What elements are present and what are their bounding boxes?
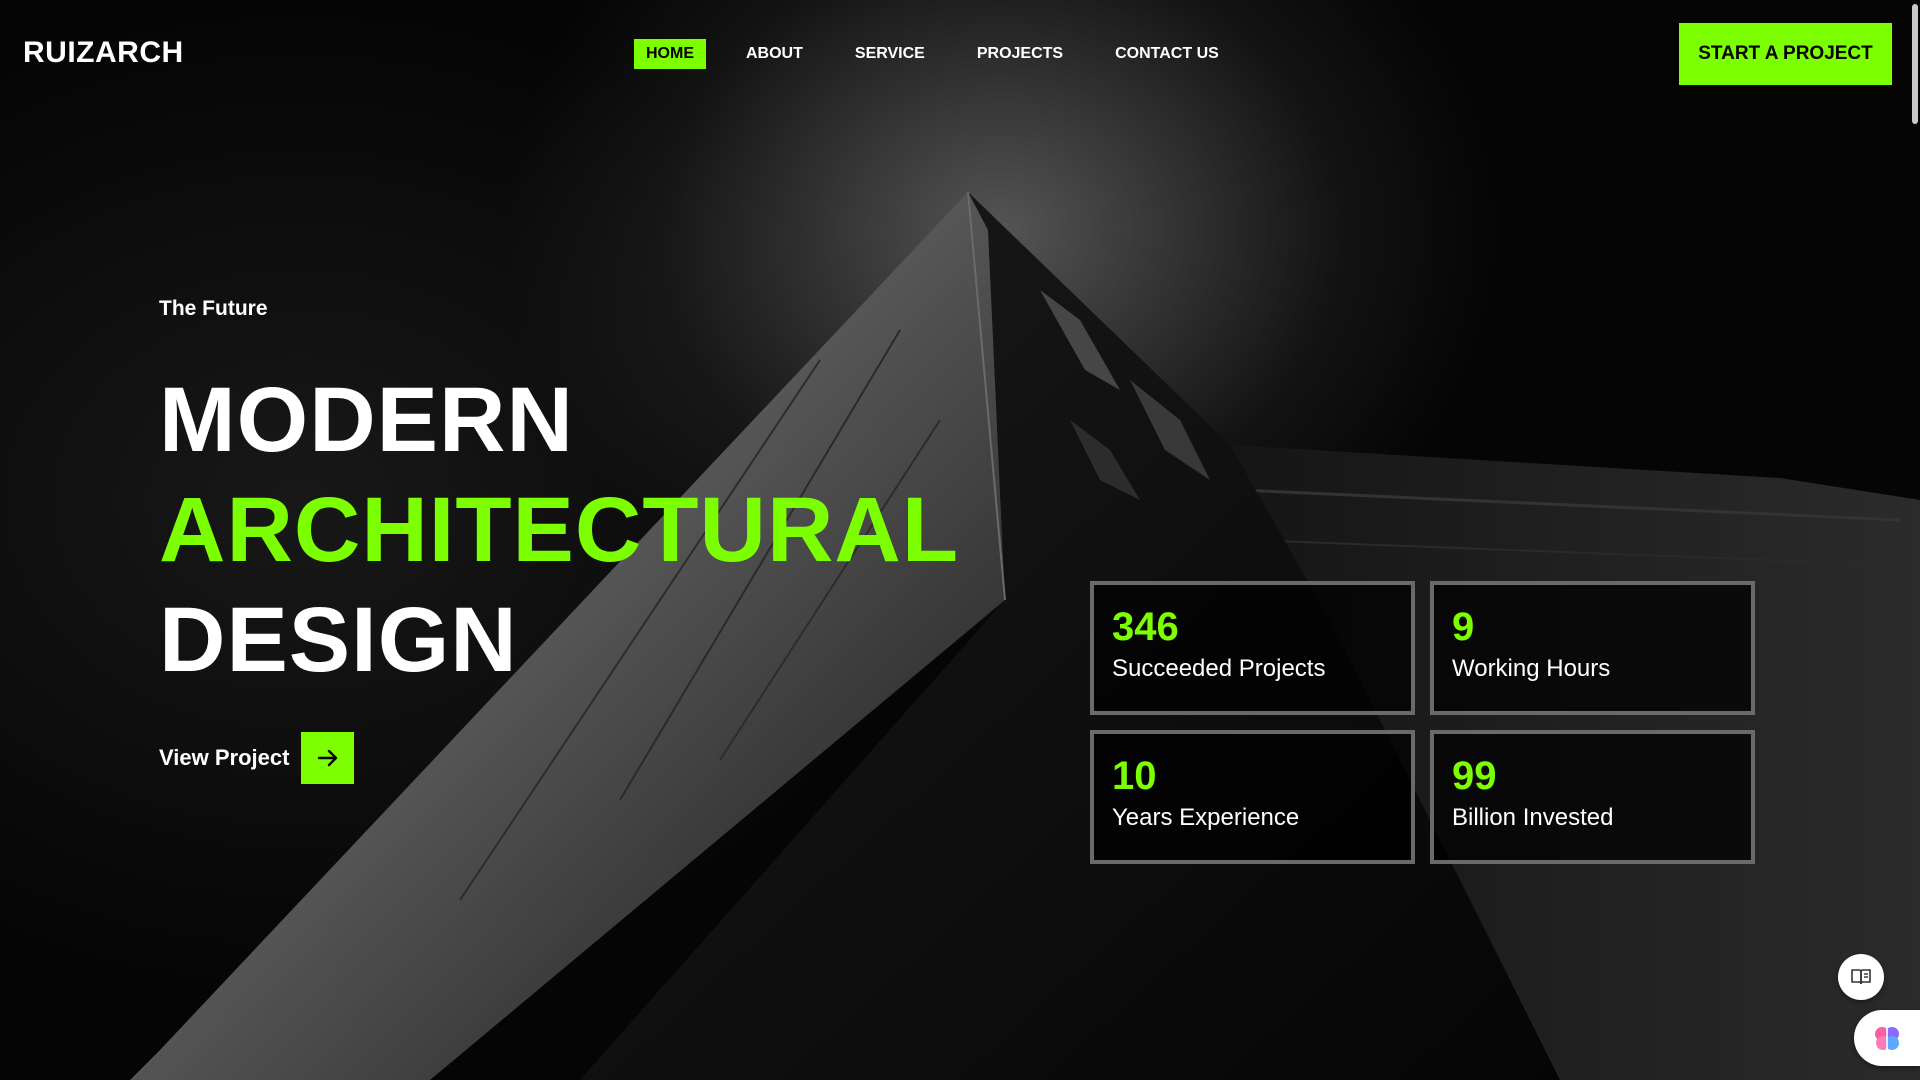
stat-card-hours: 9 Working Hours [1430,581,1755,715]
stat-card-projects: 346 Succeeded Projects [1090,581,1415,715]
start-project-button[interactable]: START A PROJECT [1679,23,1892,85]
nav-item-projects[interactable]: PROJECTS [965,39,1075,69]
brain-icon [1875,1027,1899,1050]
reader-mode-button[interactable] [1838,954,1884,1000]
stat-card-experience: 10 Years Experience [1090,730,1415,864]
nav-item-about[interactable]: ABOUT [734,39,815,69]
view-project-link[interactable]: View Project [159,732,355,784]
view-project-label: View Project [159,745,290,770]
main-nav: HOME ABOUT SERVICE PROJECTS CONTACT US [634,39,1259,69]
headline-line-1: MODERN [159,369,574,471]
view-project-button[interactable] [301,732,355,784]
hero-headline: MODERN ARCHITECTURAL DESIGN [159,365,959,695]
stat-value: 9 [1452,605,1475,649]
arrow-right-icon [317,749,338,767]
nav-item-home[interactable]: HOME [634,39,706,69]
stat-label: Years Experience [1112,804,1300,831]
scrollbar-thumb[interactable] [1912,4,1918,124]
page: RUIZARCH HOME ABOUT SERVICE PROJECTS CON… [0,0,1920,1080]
stat-card-invested: 99 Billion Invested [1430,730,1755,864]
stat-label: Working Hours [1452,655,1611,682]
stat-value: 99 [1452,754,1497,798]
nav-item-service[interactable]: SERVICE [843,39,937,69]
headline-line-2: ARCHITECTURAL [159,479,960,581]
stat-value: 10 [1112,754,1157,798]
stat-label: Billion Invested [1452,804,1614,831]
brand-logo[interactable]: RUIZARCH [23,36,184,70]
stat-label: Succeeded Projects [1112,655,1326,682]
stats-grid: 346 Succeeded Projects 9 Working Hours 1… [1090,581,1755,864]
hero-eyebrow: The Future [159,297,268,320]
headline-line-3: DESIGN [159,589,518,691]
nav-item-contact[interactable]: CONTACT US [1103,39,1231,69]
book-icon [1851,969,1871,985]
assistant-button[interactable] [1854,1010,1920,1066]
stat-value: 346 [1112,605,1179,649]
